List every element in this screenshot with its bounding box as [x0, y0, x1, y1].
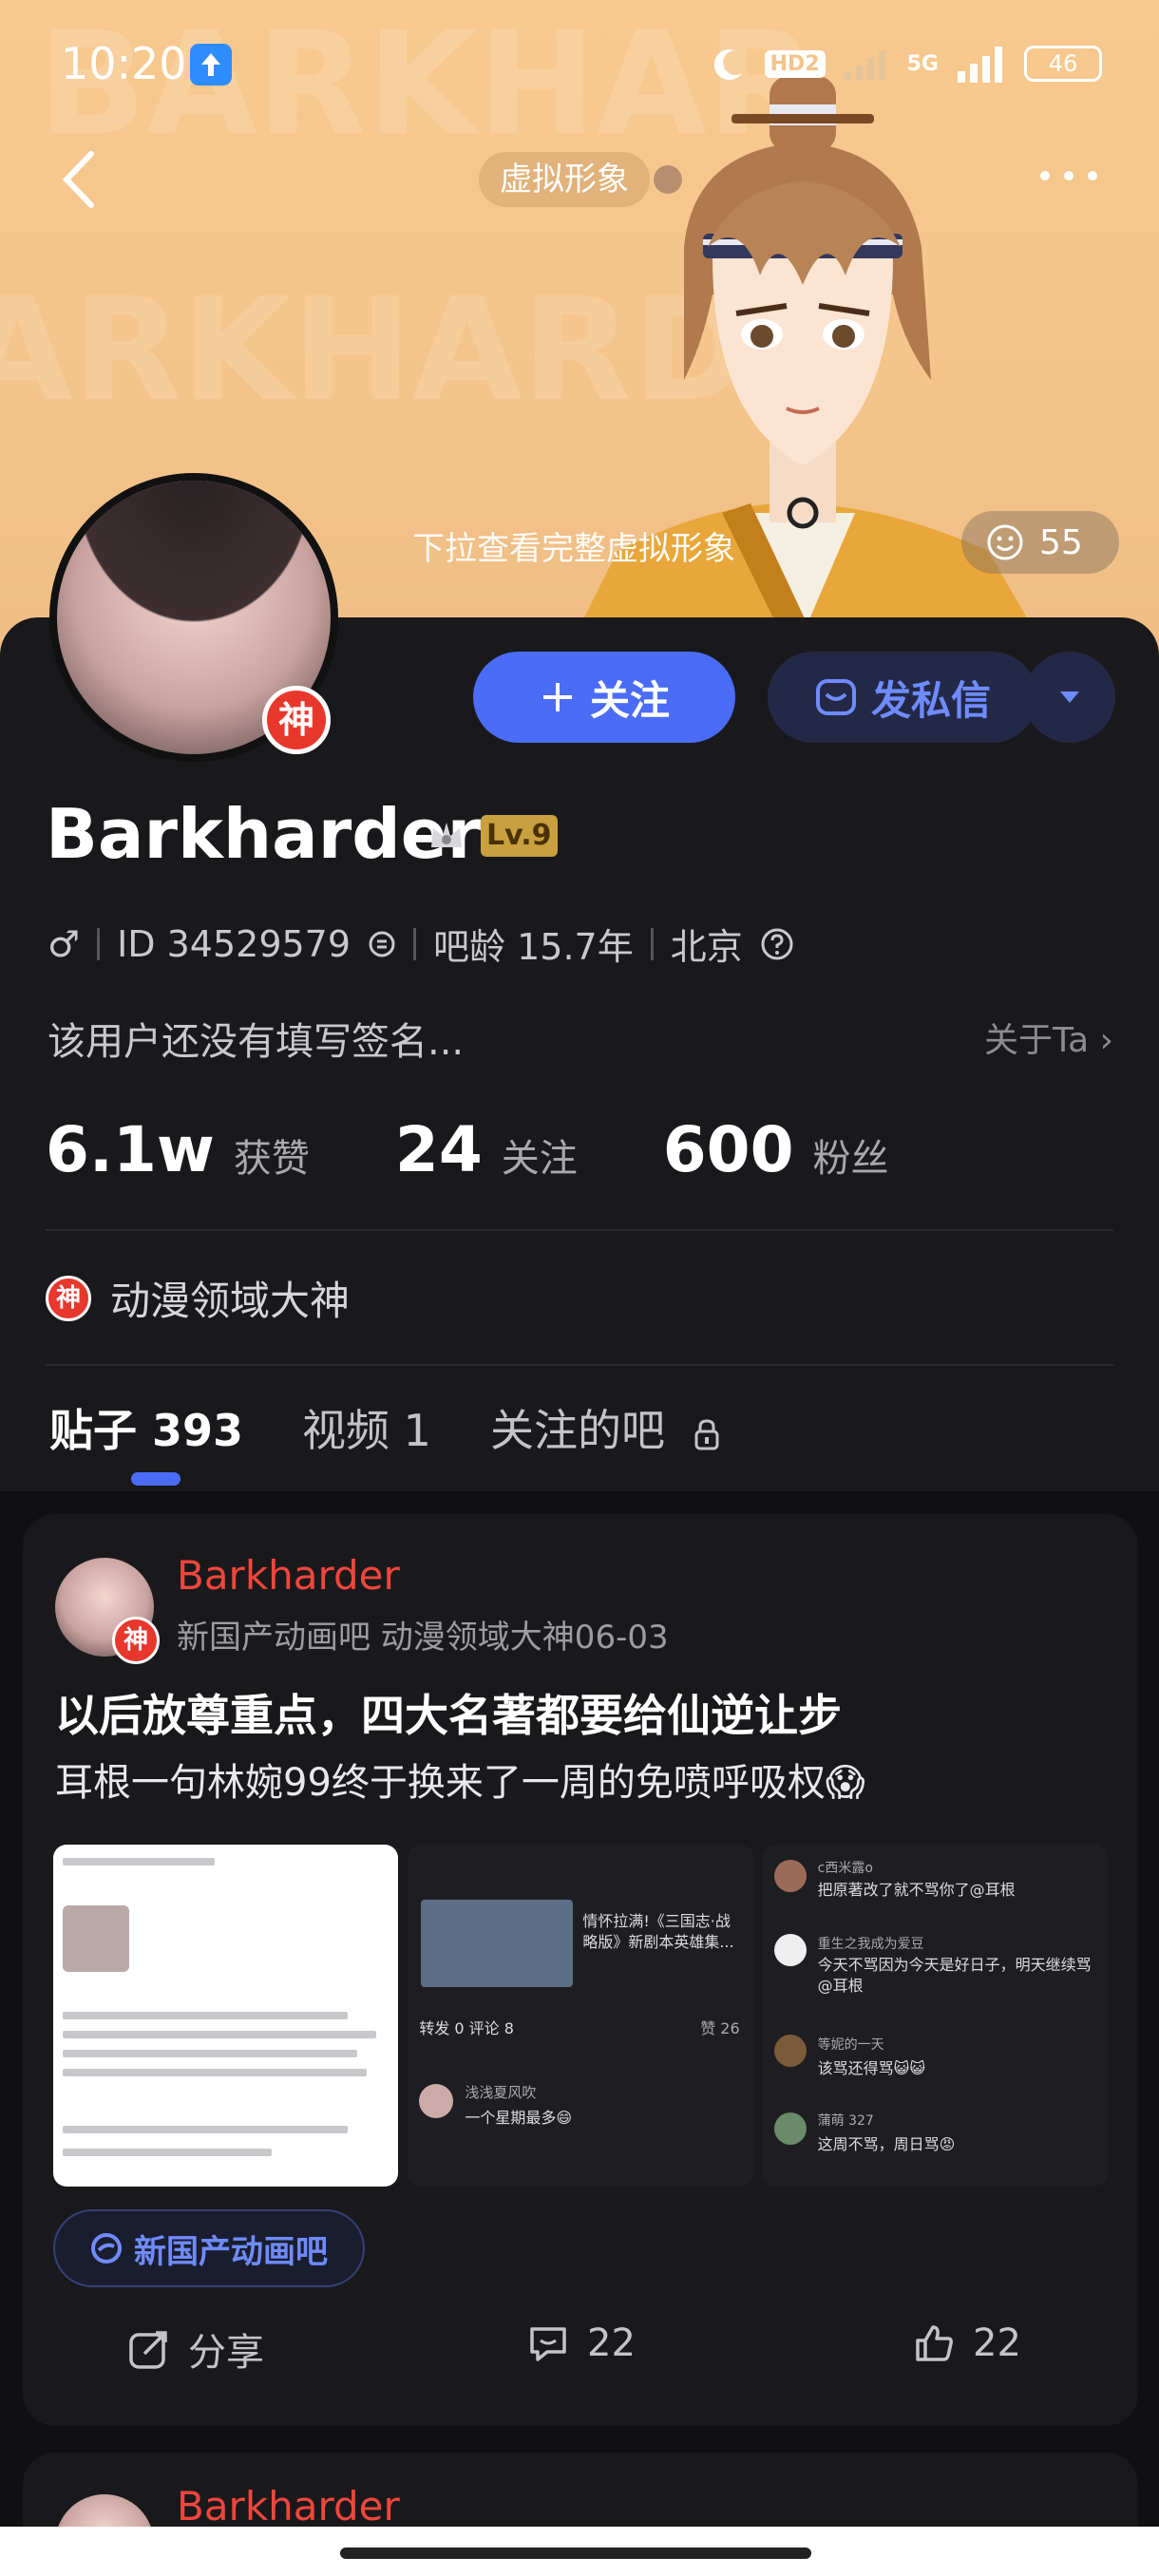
image2-comment: 一个星期最多😄	[465, 2109, 573, 2127]
post-body[interactable]: 耳根一句林婉99终于换来了一周的免喷呼吸权😱	[55, 1752, 865, 1807]
signature: 该用户还没有填写签名...	[48, 1020, 465, 1064]
following-count[interactable]: 24	[395, 1113, 483, 1186]
post-actions: 分享 22 22	[23, 2321, 1138, 2397]
image3-comment-4: 这周不骂，周日骂😡	[817, 2135, 956, 2153]
dropdown-button[interactable]	[1024, 652, 1115, 743]
forum-icon	[91, 2233, 122, 2263]
mail-icon	[815, 679, 856, 715]
more-icon[interactable]	[1036, 161, 1102, 190]
image3-comment-1: 把原著改了就不骂你了@耳根	[817, 1881, 1016, 1899]
post-subline: 新国产动画吧 动漫领域大神06-03	[177, 1619, 669, 1657]
forum-age: 吧龄 15.7年	[433, 926, 634, 968]
status-bar: 10:20 HD2 5G 46	[0, 0, 1159, 133]
smile-icon	[987, 524, 1023, 560]
divider	[46, 1364, 1113, 1366]
avatar-like-count: 55	[1039, 522, 1083, 562]
back-icon[interactable]	[55, 148, 103, 211]
follow-button[interactable]: 关注	[473, 652, 735, 743]
post-images[interactable]: 情怀拉满!《三国志·战略版》新剧本英雄集... 转发 0 评论 8 赞 26 浅…	[53, 1845, 1108, 2187]
location: 北京	[670, 926, 743, 968]
user-title[interactable]: 神 动漫领域大神	[46, 1269, 350, 1327]
user-id[interactable]: ID 34529579	[117, 923, 351, 965]
post-image-2[interactable]: 情怀拉满!《三国志·战略版》新剧本英雄集... 转发 0 评论 8 赞 26 浅…	[408, 1845, 753, 2187]
network-label: 5G	[906, 51, 939, 76]
image3-user-3: 等妮的一天	[817, 2037, 884, 2053]
moon-icon	[713, 49, 742, 81]
caret-down-icon	[1060, 691, 1079, 703]
message-label: 发私信	[870, 676, 991, 724]
likes-label: 获赞	[233, 1137, 310, 1181]
post-card[interactable]: 神 Barkharder 新国产动画吧 动漫领域大神06-03 以后放尊重点，四…	[23, 1514, 1138, 2426]
pull-down-hint: 下拉查看完整虚拟形象	[412, 530, 735, 568]
plus-icon	[542, 683, 572, 711]
chevron-right-icon: ›	[1099, 1021, 1113, 1060]
about-link[interactable]: 关于Ta ›	[984, 1013, 1113, 1062]
following-label: 关注	[501, 1137, 578, 1181]
follow-label: 关注	[589, 676, 670, 724]
profile-stats: 6.1w 获赞 24 关注 600 粉丝	[46, 1113, 975, 1186]
image3-user-1: c西米露o	[817, 1861, 873, 1876]
image2-user: 浅浅夏风吹	[465, 2084, 537, 2101]
signal-icon-2	[958, 47, 1002, 83]
upload-icon	[190, 44, 232, 85]
share-icon	[129, 2331, 167, 2369]
profile-tabs: 贴子 393 视频 1 关注的吧	[49, 1396, 725, 1459]
god-badge: 神	[262, 686, 331, 754]
post-author[interactable]: Barkharder	[177, 1552, 400, 1599]
comment-count: 22	[587, 2321, 636, 2365]
message-button[interactable]: 发私信	[768, 652, 1037, 743]
like-count: 22	[973, 2321, 1021, 2365]
image2-title: 情怀拉满!《三国志·战略版》新剧本英雄集...	[582, 1912, 734, 1951]
god-badge-small: 神	[46, 1275, 91, 1321]
crown-icon	[431, 823, 462, 847]
image3-comment-2: 今天不骂因为今天是好日子，明天继续骂@耳根	[817, 1956, 1092, 1995]
tag-dot	[654, 165, 682, 194]
tab-posts[interactable]: 贴子 393	[49, 1396, 243, 1459]
post-title[interactable]: 以后放尊重点，四大名著都要给仙逆让步	[55, 1681, 842, 1744]
image3-user-4: 蒲萌 327	[817, 2113, 874, 2129]
image2-likes: 赞 26	[700, 2019, 740, 2037]
avatar-like-button[interactable]: 55	[961, 511, 1119, 574]
thumbs-up-icon	[916, 2325, 953, 2361]
level-badge: Lv.9	[481, 815, 558, 857]
help-icon[interactable]	[760, 927, 794, 961]
signal-icon-1	[844, 50, 885, 81]
tab-videos[interactable]: 视频 1	[302, 1396, 431, 1459]
battery-icon: 46	[1024, 46, 1102, 82]
comment-icon	[530, 2327, 566, 2361]
forum-pill[interactable]: 新国产动画吧	[53, 2209, 365, 2287]
hd-badge: HD2	[764, 49, 826, 78]
lock-icon	[694, 1418, 719, 1449]
tab-indicator	[131, 1472, 180, 1486]
fans-label: 粉丝	[812, 1137, 889, 1181]
image2-tabs: 转发 0 评论 8	[419, 2019, 514, 2037]
likes-count[interactable]: 6.1w	[46, 1113, 215, 1186]
profile-meta: ♂ ID 34529579 吧龄 15.7年 北京	[48, 918, 794, 970]
like-button[interactable]: 22	[912, 2321, 1021, 2365]
user-title-label: 动漫领域大神	[110, 1278, 351, 1324]
comment-button[interactable]: 22	[526, 2321, 636, 2365]
fans-count[interactable]: 600	[663, 1113, 794, 1186]
image3-user-2: 重生之我成为爱豆	[817, 1937, 924, 1952]
home-indicator[interactable]	[340, 2548, 811, 2559]
image3-comment-3: 该骂还得骂😺😺	[817, 2059, 926, 2077]
tab-followed-forums[interactable]: 关注的吧	[490, 1396, 725, 1459]
forum-label: 新国产动画吧	[134, 2232, 328, 2271]
virtual-avatar-tag[interactable]: 虚拟形象	[479, 152, 650, 207]
status-time: 10:20	[61, 38, 187, 89]
divider	[46, 1229, 1113, 1231]
profile-name: Barkharder	[46, 794, 482, 874]
post-image-1[interactable]	[53, 1845, 399, 2187]
tab-followed-forums-label: 关注的吧	[489, 1405, 665, 1456]
virtual-avatar-figure[interactable]	[542, 57, 1074, 665]
post2-author[interactable]: Barkharder	[177, 2483, 400, 2529]
post-god-badge: 神	[112, 1617, 160, 1664]
share-label: 分享	[188, 2331, 264, 2375]
post-image-3[interactable]: c西米露o 把原著改了就不骂你了@耳根 重生之我成为爱豆 今天不骂因为今天是好日…	[762, 1845, 1108, 2187]
gender-icon: ♂	[48, 922, 81, 965]
about-label: 关于Ta	[984, 1021, 1090, 1060]
copy-icon[interactable]	[368, 930, 396, 958]
share-button[interactable]: 分享	[127, 2321, 264, 2377]
